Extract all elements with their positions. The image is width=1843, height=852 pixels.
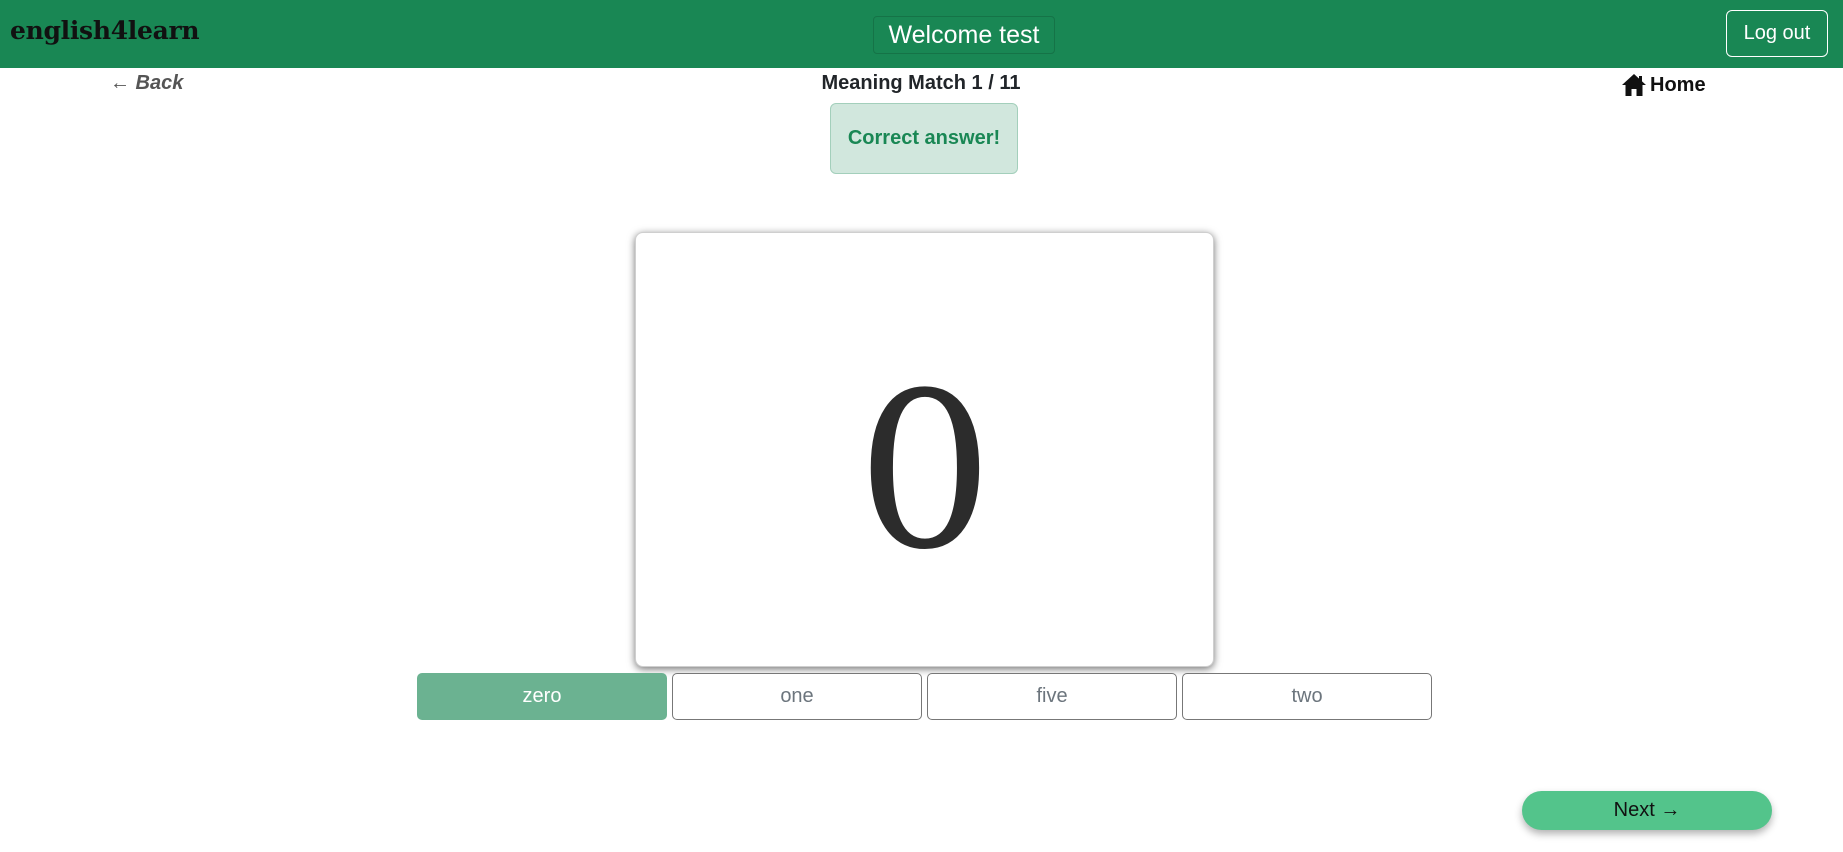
- flashcard-image: 0: [857, 346, 994, 597]
- welcome-badge: Welcome test: [873, 16, 1055, 54]
- home-icon: [1622, 74, 1646, 96]
- home-label: Home: [1650, 73, 1706, 96]
- option-zero[interactable]: zero: [417, 673, 667, 720]
- home-link[interactable]: Home: [1621, 68, 1706, 102]
- logout-button[interactable]: Log out: [1726, 10, 1828, 57]
- brand-logo[interactable]: english4learn: [10, 16, 200, 45]
- feedback-alert: Correct answer!: [830, 103, 1018, 174]
- option-five[interactable]: five: [927, 673, 1177, 720]
- top-navbar: english4learn Welcome test Log out: [0, 0, 1843, 68]
- page-title: Meaning Match 1 / 11: [821, 72, 1021, 94]
- option-one[interactable]: one: [672, 673, 922, 720]
- flashcard-glyph: 0: [857, 346, 994, 597]
- back-link[interactable]: ← Back: [110, 72, 183, 95]
- next-button[interactable]: Next →: [1522, 791, 1772, 830]
- option-two[interactable]: two: [1182, 673, 1432, 720]
- flashcard: 0: [635, 232, 1214, 667]
